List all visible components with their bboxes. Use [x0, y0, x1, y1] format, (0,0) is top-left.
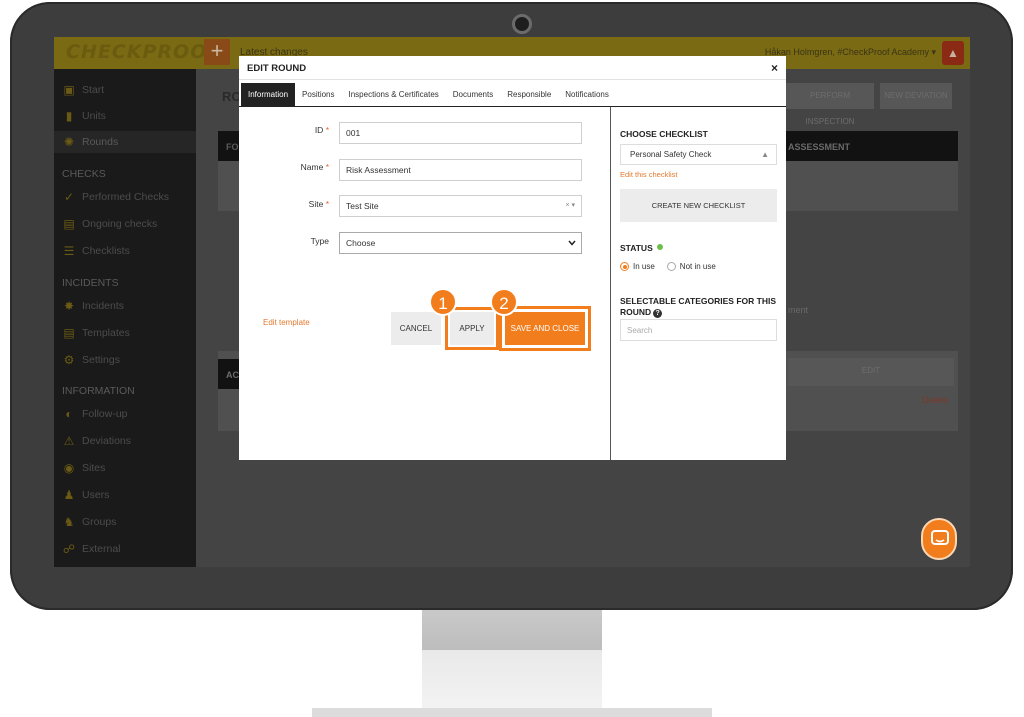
- screen: CHECKPROOF + Latest changes Håkan Holmgr…: [54, 37, 970, 567]
- modal-title: EDIT ROUND: [247, 63, 307, 74]
- site-select-value: Test Site: [346, 201, 379, 211]
- bg-delete-link[interactable]: Delete: [922, 395, 948, 405]
- type-select[interactable]: Choose: [339, 232, 582, 254]
- camera-icon: [512, 14, 532, 34]
- bg-panel-title: FO: [226, 142, 239, 152]
- globe-icon: ◉: [63, 461, 75, 475]
- step-badge-2: 2: [490, 288, 518, 316]
- alert-icon: ⚠: [63, 434, 75, 448]
- clipboard-icon: ▤: [63, 217, 75, 231]
- site-select[interactable]: Test Site × ▾: [339, 195, 582, 217]
- settings-icon: ⚙: [63, 353, 75, 367]
- sidebar-section-information: INFORMATION: [62, 385, 135, 397]
- sidebar-item-checklists[interactable]: ☰ Checklists: [62, 242, 130, 260]
- sidebar-item-units[interactable]: ▮ Units: [62, 107, 106, 125]
- modal-column-divider: [610, 107, 611, 460]
- categories-search-input[interactable]: [620, 319, 777, 341]
- checklist-select-value: Personal Safety Check: [630, 150, 712, 159]
- chat-button[interactable]: [921, 518, 957, 560]
- site-label: Site *: [308, 199, 329, 209]
- document-icon: ▤: [63, 326, 75, 340]
- save-and-close-button[interactable]: SAVE AND CLOSE: [499, 306, 591, 351]
- new-deviation-button[interactable]: NEW DEVIATION: [880, 83, 952, 109]
- sidebar: ▣ Start ▮ Units ✺ Rounds CHECKS ✓ Performed …: [54, 69, 196, 567]
- edit-template-link[interactable]: Edit template: [263, 318, 310, 327]
- edit-checklist-link[interactable]: Edit this checklist: [620, 170, 678, 179]
- sidebar-item-external[interactable]: ☍ External: [62, 540, 121, 558]
- sidebar-item-settings[interactable]: ⚙ Settings: [62, 351, 120, 369]
- sidebar-item-sites[interactable]: ◉ Sites: [62, 459, 106, 477]
- sidebar-item-groups[interactable]: ♞ Groups: [62, 513, 117, 531]
- status-in-use-radio[interactable]: [620, 262, 629, 271]
- caret-up-icon: ▲: [761, 150, 769, 159]
- sidebar-item-users[interactable]: ♟ Users: [62, 486, 110, 504]
- close-icon[interactable]: ×: [771, 61, 778, 75]
- monitor-stand-base: [312, 708, 712, 717]
- sidebar-item-incidents[interactable]: ✸ Incidents: [62, 297, 124, 315]
- sidebar-item-start[interactable]: ▣ Start: [62, 81, 104, 99]
- user-icon: ♟: [63, 488, 75, 502]
- sidebar-section-incidents: INCIDENTS: [62, 277, 119, 289]
- status-in-use-label: In use: [633, 262, 655, 271]
- sidebar-item-rounds[interactable]: ✺ Rounds: [54, 131, 196, 153]
- bg-assessment-header: ASSESSMENT: [788, 142, 851, 152]
- perform-inspection-button[interactable]: PERFORM INSPECTION: [786, 83, 874, 126]
- status-title: STATUS: [620, 243, 663, 253]
- step-badge-1: 1: [429, 288, 457, 316]
- bg-edit-button[interactable]: EDIT: [788, 358, 954, 386]
- modal-tabs: Information Positions Inspections & Cert…: [239, 82, 786, 107]
- checklist-select[interactable]: Personal Safety Check ▲: [620, 144, 777, 165]
- tab-documents[interactable]: Documents: [446, 83, 500, 106]
- help-icon[interactable]: ?: [653, 309, 663, 318]
- sidebar-item-follow-up[interactable]: ◐ Follow-up: [62, 405, 127, 423]
- apply-button[interactable]: APPLY: [445, 307, 499, 350]
- id-field[interactable]: 001: [339, 122, 582, 144]
- tab-inspections-certificates[interactable]: Inspections & Certificates: [342, 83, 446, 106]
- name-field[interactable]: Risk Assessment: [339, 159, 582, 181]
- group-icon: ♞: [63, 515, 75, 529]
- status-not-in-use-radio[interactable]: [666, 262, 676, 271]
- tab-responsible[interactable]: Responsible: [500, 83, 558, 106]
- status-not-in-use-label: Not in use: [679, 262, 716, 271]
- status-radio-group: In use Not in use: [620, 262, 716, 271]
- add-button[interactable]: +: [204, 39, 230, 65]
- monitor-stand-neck-lower: [422, 650, 602, 710]
- cancel-button[interactable]: CANCEL: [391, 312, 441, 345]
- list-icon: ☰: [63, 244, 75, 258]
- sidebar-item-ongoing-checks[interactable]: ▤ Ongoing checks: [62, 215, 157, 233]
- chart-icon: ◐: [65, 407, 73, 421]
- sidebar-item-performed-checks[interactable]: ✓ Performed Checks: [62, 188, 169, 206]
- handshake-icon: ☍: [62, 542, 76, 556]
- choose-checklist-title: CHOOSE CHECKLIST: [620, 129, 708, 139]
- user-menu[interactable]: Håkan Holmgren, #CheckProof Academy ▾: [765, 47, 936, 58]
- type-select-value: Choose: [346, 238, 376, 248]
- type-label: Type: [310, 236, 329, 246]
- burst-icon: ✸: [63, 299, 75, 313]
- modal-header: EDIT ROUND ×: [239, 56, 786, 80]
- status-dot-icon: [656, 244, 663, 250]
- bg-text: ment: [788, 305, 809, 315]
- sidebar-section-checks: CHECKS: [62, 168, 106, 180]
- app-logo[interactable]: CHECKPROOF: [66, 41, 221, 63]
- chevron-down-icon: [568, 240, 576, 246]
- edit-round-modal: EDIT ROUND × Information Positions Inspe…: [239, 56, 786, 460]
- sidebar-item-deviations[interactable]: ⚠ Deviations: [62, 432, 131, 450]
- tab-information[interactable]: Information: [241, 82, 296, 106]
- name-label: Name *: [300, 162, 329, 172]
- site-select-controls[interactable]: × ▾: [565, 196, 575, 216]
- route-icon: ✺: [63, 135, 75, 149]
- dashboard-icon: ▣: [63, 83, 75, 97]
- create-new-checklist-button[interactable]: CREATE NEW CHECKLIST: [620, 189, 777, 222]
- sidebar-item-templates[interactable]: ▤ Templates: [62, 324, 130, 342]
- id-label: ID *: [314, 125, 329, 135]
- bell-icon[interactable]: ▲: [942, 41, 964, 65]
- check-circle-icon: ✓: [63, 190, 75, 204]
- chat-icon: [931, 530, 949, 545]
- truck-icon: ▮: [65, 109, 73, 123]
- tab-positions[interactable]: Positions: [295, 83, 341, 106]
- tab-notifications[interactable]: Notifications: [558, 83, 616, 106]
- categories-title: SELECTABLE CATEGORIES FOR THIS ROUND?: [620, 296, 776, 318]
- monitor-stand-neck: [422, 610, 602, 650]
